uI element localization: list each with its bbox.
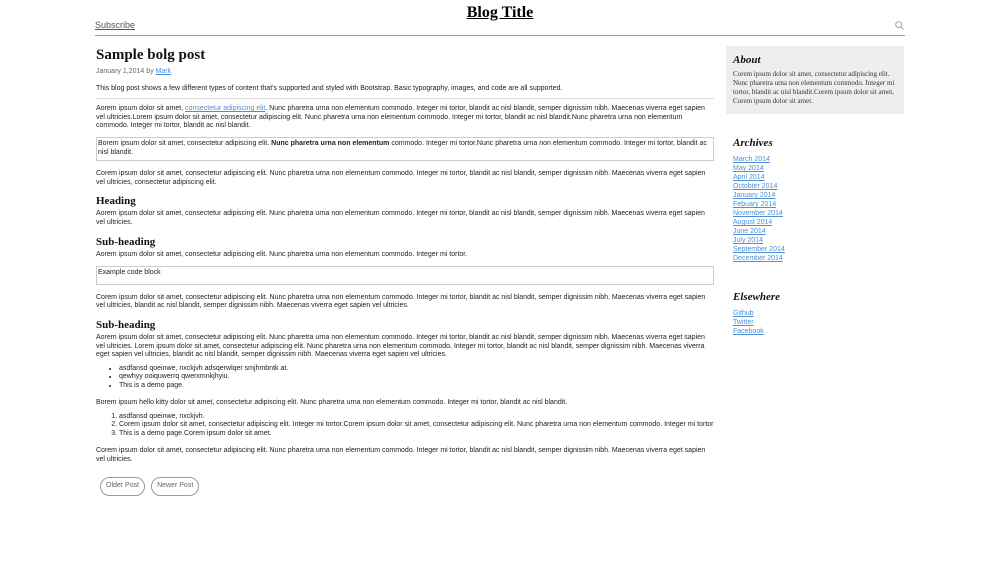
search-icon[interactable] [895,21,904,30]
archive-link[interactable]: July 2014 [733,237,763,244]
inline-link[interactable]: consectetur adipiscing elit [185,105,265,112]
archive-link[interactable]: Febuary 2014 [733,201,776,208]
elsewhere-section: Elsewhere Github Twitter Facebook [733,291,903,336]
elsewhere-list: Github Twitter Facebook [733,309,903,336]
post-by: by [146,68,154,75]
section-subheading: Sub-heading [96,318,156,331]
list-item: This is a demo page.Corem ipsum dolor si… [119,430,714,439]
paragraph: Aorem ipsum dolor sit amet, consectetur … [96,333,705,359]
bullet-list: asdfansd qoeinwe, nxckjvh adsqerwlqer sm… [96,365,714,391]
code-block: Example code block [96,266,714,285]
newer-post-button[interactable]: Newer Post [151,477,200,496]
archive-link[interactable]: August 2014 [733,219,772,226]
older-post-button[interactable]: Older Post [100,477,146,496]
paragraph: Aorem ipsum dolor sit amet, consectetur … [96,105,714,131]
paragraph: Corem ipsum dolor sit amet, consectetur … [96,293,706,310]
list-item: asdfansd qoeinwe, nxckjvh adsqerwlqer sm… [119,365,714,374]
list-item: qewhyy ooiquwerrq qwerxmnkjhyiu. [119,373,714,382]
archive-link[interactable]: November 2014 [733,210,783,217]
list-item: asdfansd qoeinwe, nxckjvh. [119,413,714,422]
archive-link[interactable]: March 2014 [733,156,770,163]
post-date: January 1,2014 [96,68,145,75]
twitter-link[interactable]: Twitter [733,319,754,326]
author-link[interactable]: Mark [156,68,172,75]
quote-text: Borem ipsum dolor sit amet, consectetur … [98,139,270,147]
archive-link[interactable]: Octobter 2014 [733,183,777,190]
about-box: About Corem ipsum dolor sit amet, consec… [726,46,904,114]
archives-section: Archives March 2014 May 2014 April 2014 … [733,137,903,263]
paragraph: Corem ipsum dolor sit amet, consectetur … [96,447,706,463]
numbered-list: asdfansd qoeinwe, nxckjvh. Corem ipsum d… [96,413,714,439]
list-item: This is a demo page. [119,382,714,391]
github-link[interactable]: Github [733,310,754,317]
header-divider [95,35,905,36]
archive-link[interactable]: April 2014 [733,174,765,181]
section-subheading: Sub-heading [96,235,156,248]
paragraph: Corem ipsum dolor sit amet, consectetur … [96,170,706,186]
archive-link[interactable]: September 2014 [733,246,785,253]
archive-link[interactable]: May 2014 [733,165,764,172]
post-meta: January 1,2014 by Mark [96,68,714,77]
elsewhere-heading: Elsewhere [733,291,781,303]
blockquote: Borem ipsum dolor sit amet, consectetur … [96,136,714,162]
post-title: Sample bolg post [96,47,206,63]
facebook-link[interactable]: Facebook [733,328,764,335]
archive-link[interactable]: June 2014 [733,228,766,235]
paragraph: Aorem ipsum dolor sit amet, consectetur … [96,250,468,258]
list-item: Corem ipsum dolor sit amet, consectetur … [119,421,714,430]
archive-link[interactable]: December 2014 [733,255,783,262]
site-title[interactable]: Blog Title [0,4,1000,22]
archives-heading: Archives [733,137,773,149]
about-heading: About [733,54,761,66]
archives-list: March 2014 May 2014 April 2014 Octobter … [733,155,903,263]
paragraph: Aorem ipsum dolor sit amet, consectetur … [96,210,705,226]
archive-link[interactable]: January 2014 [733,192,775,199]
blog-post: Sample bolg post January 1,2014 by Mark … [96,46,714,496]
paragraph: Borem ipsum hello kitty dolor sit amet, … [96,399,568,407]
section-heading: Heading [96,195,136,208]
post-divider [96,98,714,100]
pagination: Older Post Newer Post [96,477,714,496]
quote-bold-text: Nunc pharetra urna non elementum [271,139,390,147]
paragraph-text: Aorem ipsum dolor sit amet, [96,105,184,113]
post-intro: This blog post shows a few different typ… [96,84,563,92]
subscribe-link[interactable]: Subscribe [95,20,135,30]
about-text: Corem ipsum dolor sit amet, consectetur … [733,70,895,105]
